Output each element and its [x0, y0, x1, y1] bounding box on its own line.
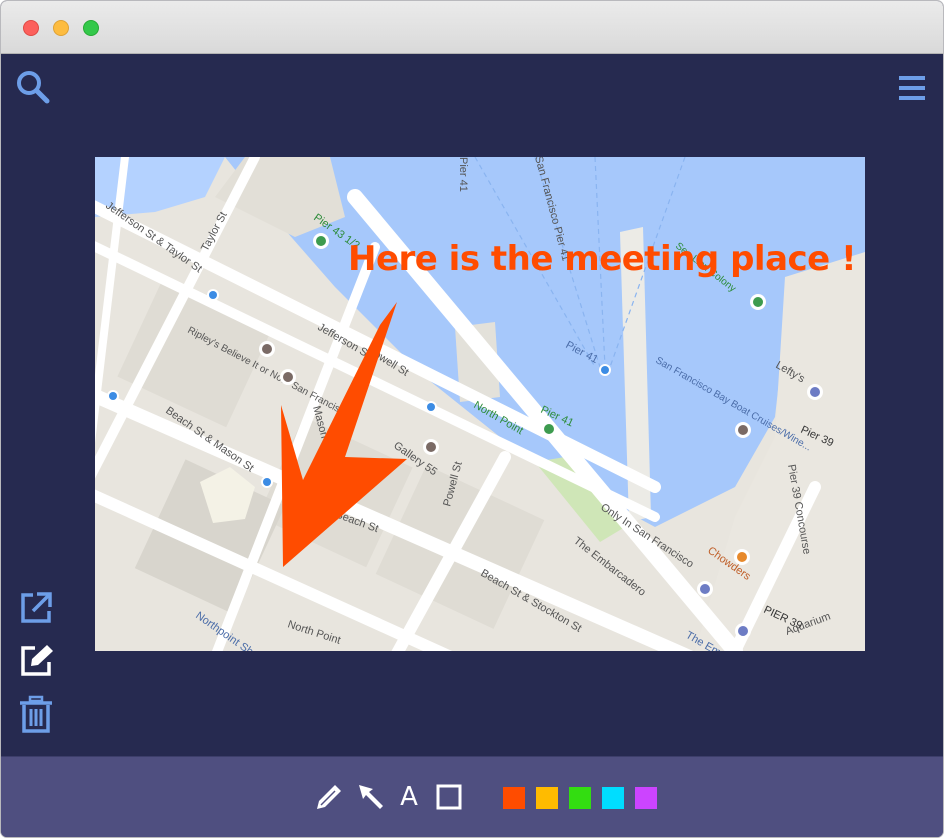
color-swatch-yellow[interactable]: [536, 787, 558, 809]
maximize-window-button[interactable]: [83, 20, 99, 36]
map-drawing: Pier 41 San Francisco Pier 41 Pier 43 1/…: [95, 157, 865, 651]
arrow-pointer-icon[interactable]: [355, 781, 387, 813]
text-tool-label: A: [400, 782, 418, 812]
rectangle-icon[interactable]: [433, 781, 465, 813]
color-swatch-orange[interactable]: [503, 787, 525, 809]
minimize-window-button[interactable]: [53, 20, 69, 36]
drawing-toolbar: A: [1, 756, 943, 837]
pencil-icon[interactable]: [313, 781, 345, 813]
edit-note-icon[interactable]: [17, 642, 55, 680]
color-swatch-purple[interactable]: [635, 787, 657, 809]
hamburger-menu-icon[interactable]: [897, 73, 927, 103]
text-tool-icon[interactable]: A: [393, 781, 425, 813]
title-bar: [1, 1, 943, 54]
app-window: Pier 41 San Francisco Pier 41 Pier 43 1/…: [0, 0, 944, 838]
trash-icon[interactable]: [17, 695, 55, 733]
search-icon[interactable]: [15, 69, 51, 105]
annotation-text[interactable]: Here is the meeting place !: [348, 239, 857, 279]
share-external-icon[interactable]: [17, 589, 55, 627]
annotated-map-image[interactable]: Pier 41 San Francisco Pier 41 Pier 43 1/…: [95, 157, 865, 651]
color-swatch-cyan[interactable]: [602, 787, 624, 809]
main-content: Pier 41 San Francisco Pier 41 Pier 43 1/…: [1, 55, 943, 755]
close-window-button[interactable]: [23, 20, 39, 36]
color-swatch-green[interactable]: [569, 787, 591, 809]
map-label: Pier 41: [457, 157, 469, 192]
